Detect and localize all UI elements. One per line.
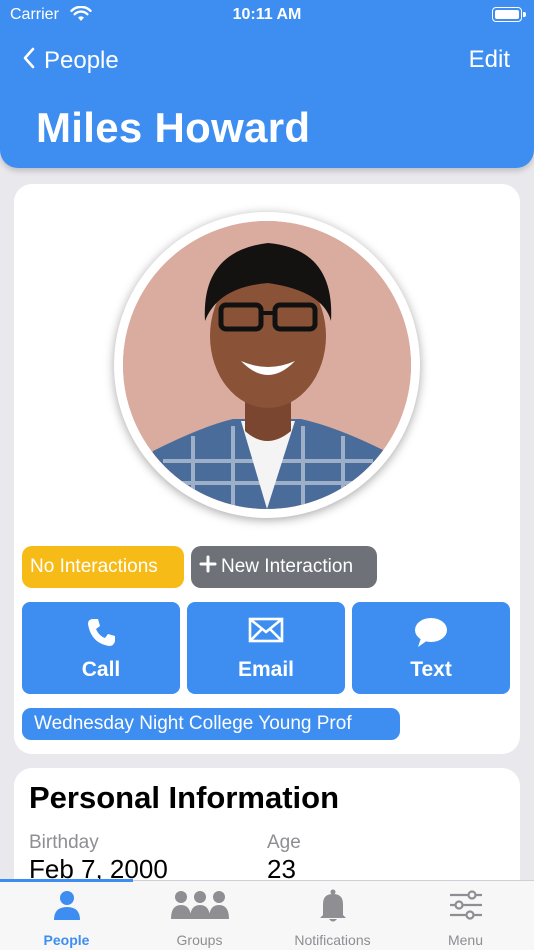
phone-icon (22, 616, 180, 648)
page-title: Miles Howard (36, 104, 311, 151)
tab-bar: People Groups Notifications Menu (0, 880, 534, 950)
avatar[interactable] (123, 221, 411, 509)
text-label: Text (410, 658, 452, 681)
tab-groups-label: Groups (176, 932, 223, 948)
tab-people[interactable]: People (0, 881, 133, 950)
tab-groups[interactable]: Groups (133, 881, 266, 950)
tab-selection-indicator (0, 879, 133, 882)
email-label: Email (237, 658, 295, 681)
new-interaction-label: New Interaction (221, 556, 354, 577)
avatar-frame (114, 212, 420, 518)
email-button[interactable]: Email (187, 602, 345, 694)
tab-notifications[interactable]: Notifications (266, 881, 399, 950)
status-bar: Carrier 10:11 AM (0, 0, 534, 30)
bell-icon (266, 889, 399, 923)
status-time: 10:11 AM (232, 6, 302, 23)
no-interactions-badge: No Interactions (22, 546, 184, 588)
back-button[interactable]: People (22, 46, 119, 76)
profile-card: No Interactions New Interaction Call Ema… (14, 184, 520, 754)
new-interaction-button[interactable]: New Interaction (191, 546, 377, 588)
call-label: Call (81, 658, 121, 681)
person-icon (0, 889, 133, 921)
tab-menu-label: Menu (447, 932, 484, 948)
group-tag[interactable]: Wednesday Night College Young Prof (22, 708, 400, 740)
edit-button[interactable]: Edit (469, 46, 510, 74)
back-label: People (44, 47, 119, 74)
chevron-left-icon (22, 47, 36, 76)
tab-people-label: People (43, 932, 90, 948)
sliders-icon (399, 889, 532, 921)
envelope-icon (187, 616, 345, 644)
tab-notifications-label: Notifications (294, 932, 371, 948)
text-button[interactable]: Text (352, 602, 510, 694)
birthday-label: Birthday (29, 832, 99, 853)
header-bar: Carrier 10:11 AM People Edit Miles Howar… (0, 0, 534, 168)
battery-icon (492, 7, 526, 22)
personal-info-heading: Personal Information (29, 780, 340, 815)
age-label: Age (267, 832, 301, 853)
chat-bubble-icon (352, 616, 510, 648)
call-button[interactable]: Call (22, 602, 180, 694)
tab-menu[interactable]: Menu (399, 881, 532, 950)
group-icon (133, 889, 266, 921)
plus-icon (199, 555, 217, 579)
